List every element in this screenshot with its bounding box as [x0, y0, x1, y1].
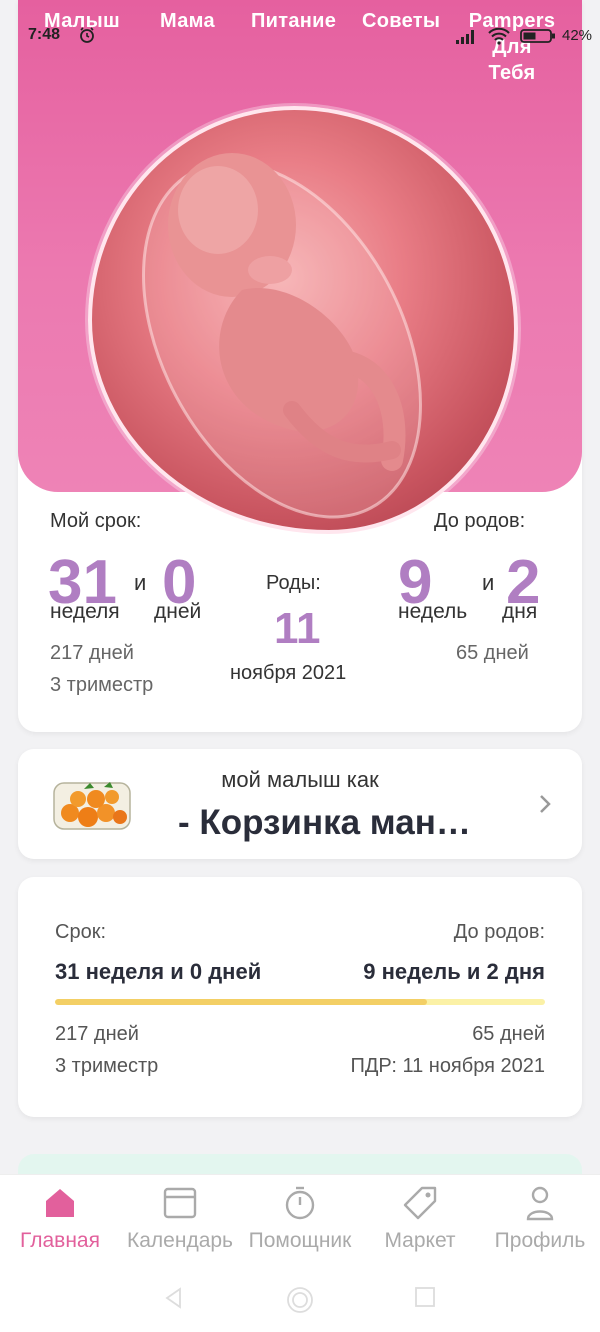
- signal-icon: [456, 30, 474, 44]
- home-icon: [46, 1189, 74, 1217]
- tab-profile[interactable]: Профиль: [480, 1185, 600, 1253]
- tab-profile-label: Профиль: [494, 1229, 586, 1252]
- tab-assistant-label: Помощник: [248, 1229, 352, 1252]
- back-icon[interactable]: [162, 1286, 186, 1310]
- term-days-remaining: 65 дней: [472, 1023, 545, 1045]
- bottom-tab-bar: Главная Календарь Помощник Маркет Профил…: [0, 1174, 600, 1274]
- term-progress-fill: [55, 999, 428, 1005]
- recents-icon[interactable]: [414, 1286, 436, 1308]
- tab-market[interactable]: Маркет: [360, 1185, 480, 1253]
- tab-market-label: Маркет: [384, 1229, 456, 1252]
- tab-assistant[interactable]: Помощник: [240, 1185, 360, 1253]
- trimester: 3 триместр: [50, 674, 154, 696]
- term-card: Срок: До родов: 31 неделя и 0 дней 9 нед…: [18, 877, 582, 1117]
- term-trimester: 3 триместр: [55, 1055, 159, 1077]
- term-value: 31 неделя и 0 дней: [55, 959, 262, 984]
- days-remaining: 65 дней: [456, 642, 529, 664]
- nav-tab-pampers-line3: Тебя: [488, 62, 536, 84]
- tab-calendar-label: Календарь: [127, 1229, 233, 1252]
- size-fruit-name: - Корзинка ман…: [178, 803, 471, 842]
- tab-home-label: Главная: [20, 1229, 100, 1252]
- chevron-right-icon: [540, 795, 551, 813]
- timer-icon: [285, 1186, 315, 1220]
- days-unit: дней: [154, 600, 202, 623]
- tab-home[interactable]: Главная: [0, 1185, 120, 1253]
- until-value: 9 недель и 2 дня: [363, 959, 545, 984]
- status-bar: 7:48 42%: [0, 26, 600, 48]
- top-nav: Малыш Мама Питание Советы Pampers Для Те…: [0, 8, 600, 88]
- birth-label: Роды:: [266, 572, 321, 594]
- term-days-total: 217 дней: [55, 1023, 139, 1045]
- alarm-icon: [80, 27, 94, 43]
- and-label: и: [134, 570, 147, 595]
- baby-size-card[interactable]: мой малыш как - Корзинка ман…: [18, 749, 582, 859]
- birth-day: 11: [274, 604, 321, 653]
- until-label: До родов:: [453, 921, 545, 943]
- weeks-unit: неделя: [50, 600, 120, 623]
- tab-calendar[interactable]: Календарь: [120, 1185, 240, 1253]
- tag-icon: [403, 1186, 437, 1220]
- and-label-2: и: [482, 570, 495, 595]
- days-total: 217 дней: [50, 642, 134, 664]
- battery-percent: 42%: [562, 27, 593, 44]
- term-progress-bar: [55, 999, 545, 1005]
- days-left-unit: дня: [502, 600, 538, 623]
- birth-month-year: ноября 2021: [230, 662, 347, 684]
- profile-icon: [526, 1186, 554, 1221]
- home-button-icon[interactable]: [286, 1286, 314, 1314]
- due-date: ПДР: 11 ноября 2021: [350, 1055, 545, 1077]
- status-time: 7:48: [28, 26, 61, 43]
- wifi-icon: [488, 27, 510, 45]
- size-caption: мой малыш как: [221, 767, 379, 792]
- calendar-icon: [163, 1187, 197, 1219]
- fetus-image: [88, 106, 518, 534]
- system-nav-bar: [0, 1274, 600, 1332]
- weeks-left-unit: недель: [398, 600, 468, 623]
- term-label: Срок:: [55, 921, 106, 943]
- battery-icon: [520, 29, 555, 43]
